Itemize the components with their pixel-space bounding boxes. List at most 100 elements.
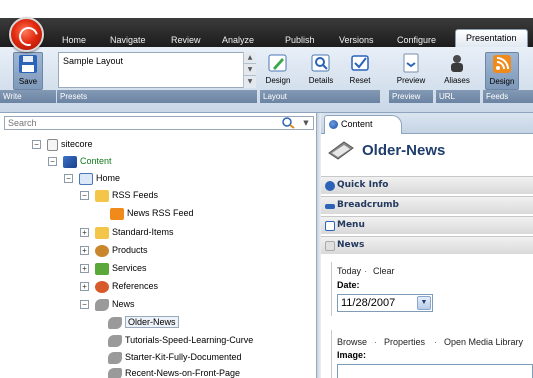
tree-node-news[interactable]: − News: [80, 297, 135, 311]
tree-node-services[interactable]: + Services: [80, 261, 147, 275]
tree-node-tutorials[interactable]: Tutorials-Speed-Learning-Curve: [108, 333, 253, 347]
aliases-button[interactable]: Aliases: [440, 52, 474, 90]
section-breadcrumb-label: Breadcrumb: [337, 200, 399, 210]
info-icon: [325, 181, 335, 191]
folder-icon: [95, 226, 109, 239]
tree-node-label: Home: [96, 173, 121, 183]
newspaper-icon: [108, 316, 122, 329]
tree-node-sitecore[interactable]: − sitecore: [32, 137, 93, 151]
tree-node-label: News RSS Feed: [127, 208, 194, 218]
section-breadcrumb[interactable]: Breadcrumb: [321, 196, 533, 214]
tree-node-label: Products: [112, 245, 148, 255]
title-strip: [0, 0, 533, 18]
tree-node-starter-kit[interactable]: Starter-Kit-Fully-Documented: [108, 350, 242, 364]
tree-node-label: sitecore: [61, 139, 93, 149]
collapse-icon[interactable]: −: [48, 157, 57, 167]
tab-review[interactable]: Review: [171, 33, 201, 47]
group-feeds-label: Feeds: [483, 90, 533, 103]
tree-node-rss-feeds[interactable]: − RSS Feeds: [80, 188, 158, 202]
tree-node-recent-news[interactable]: Recent-News-on-Front-Page: [108, 366, 240, 378]
tree-node-references[interactable]: + References: [80, 279, 158, 293]
preview-label: Preview: [396, 76, 426, 85]
section-quick-info[interactable]: Quick Info: [321, 176, 533, 194]
group-write-label: Write: [0, 90, 56, 103]
scroll-up-icon[interactable]: ▲: [244, 52, 256, 64]
tab-presentation[interactable]: Presentation: [455, 29, 528, 48]
calendar-dropdown-chevron-icon[interactable]: ▼: [417, 296, 431, 310]
breadcrumb-icon: [325, 204, 335, 209]
expand-icon[interactable]: +: [80, 282, 89, 292]
item-title: Older-News: [362, 142, 446, 159]
tab-navigate[interactable]: Navigate: [110, 33, 146, 47]
page-icon: [47, 138, 58, 151]
section-news[interactable]: News: [321, 236, 533, 254]
collapse-icon[interactable]: −: [32, 140, 41, 150]
tree-node-standard-items[interactable]: + Standard-Items: [80, 225, 174, 239]
collapse-icon[interactable]: −: [80, 300, 89, 310]
browse-link[interactable]: Browse: [337, 337, 367, 347]
tree-node-label: Content: [80, 156, 112, 166]
tree-node-label: References: [112, 281, 159, 291]
rss-icon: [110, 207, 124, 220]
link-separator: ·: [374, 337, 377, 347]
layout-design-button[interactable]: Design: [263, 52, 293, 90]
save-button[interactable]: Save: [13, 52, 43, 90]
clear-link[interactable]: Clear: [373, 266, 395, 276]
tab-versions[interactable]: Versions: [339, 33, 374, 47]
rss-icon: [493, 55, 511, 73]
aliases-label: Aliases: [444, 76, 470, 85]
tab-home[interactable]: Home: [62, 33, 86, 47]
checkbox-icon: [351, 55, 369, 71]
tree-node-label: Services: [112, 263, 147, 273]
newspaper-icon: [95, 298, 109, 311]
group-presets-label: Presets: [57, 90, 257, 103]
tree-node-content[interactable]: − Content: [48, 154, 112, 168]
section-menu-label: Menu: [337, 220, 365, 230]
field-rule: [331, 262, 332, 316]
tree-node-news-rss-feed[interactable]: News RSS Feed: [110, 206, 194, 220]
today-link[interactable]: Today: [337, 266, 361, 276]
content-cubes-icon: [63, 155, 77, 168]
section-menu[interactable]: Menu: [321, 216, 533, 234]
tab-configure[interactable]: Configure: [397, 33, 436, 47]
scroll-down-icon[interactable]: ▼: [244, 64, 256, 76]
save-label: Save: [18, 77, 38, 86]
preview-button[interactable]: Preview: [394, 52, 428, 90]
tree-node-home[interactable]: − Home: [64, 171, 120, 185]
tree-node-older-news[interactable]: Older-News: [108, 315, 179, 329]
presets-scrollbar[interactable]: ▲ ▼ ▼: [243, 52, 256, 88]
details-button[interactable]: Details: [306, 52, 336, 90]
tab-content[interactable]: Content: [324, 115, 402, 134]
collapse-icon[interactable]: −: [80, 191, 89, 201]
tree-node-products[interactable]: + Products: [80, 243, 148, 257]
products-icon: [95, 244, 109, 257]
field-rule: [331, 330, 332, 378]
open-media-library-link[interactable]: Open Media Library: [444, 337, 523, 347]
newspaper-icon: [108, 367, 122, 378]
image-field[interactable]: [337, 364, 533, 378]
search-input[interactable]: [4, 116, 314, 130]
expand-icon[interactable]: +: [80, 264, 89, 274]
search-icon[interactable]: [281, 116, 297, 130]
expand-icon[interactable]: +: [80, 228, 89, 238]
group-preview-label: Preview: [389, 90, 433, 103]
expand-icon[interactable]: +: [80, 246, 89, 256]
home-icon: [79, 172, 93, 185]
feeds-design-label: Design: [489, 77, 515, 86]
tab-analyze[interactable]: Analyze: [222, 33, 254, 47]
tab-content-label: Content: [341, 119, 373, 129]
application-menu-button[interactable]: [9, 17, 44, 52]
presets-list[interactable]: Sample Layout: [58, 52, 256, 88]
date-field[interactable]: 11/28/2007 ▼: [337, 294, 433, 312]
preview-page-icon: [403, 53, 419, 73]
reset-button[interactable]: Reset: [345, 52, 375, 90]
properties-link[interactable]: Properties: [384, 337, 425, 347]
tab-publish[interactable]: Publish: [285, 33, 315, 47]
person-icon: [451, 55, 463, 72]
tree-node-label: Tutorials-Speed-Learning-Curve: [125, 335, 254, 345]
collapse-icon[interactable]: −: [64, 174, 73, 184]
expand-icon[interactable]: ▼: [244, 76, 256, 88]
feeds-design-button[interactable]: Design: [485, 52, 519, 90]
group-url-label: URL: [436, 90, 480, 103]
search-options-chevron-icon[interactable]: ▼: [299, 116, 313, 130]
